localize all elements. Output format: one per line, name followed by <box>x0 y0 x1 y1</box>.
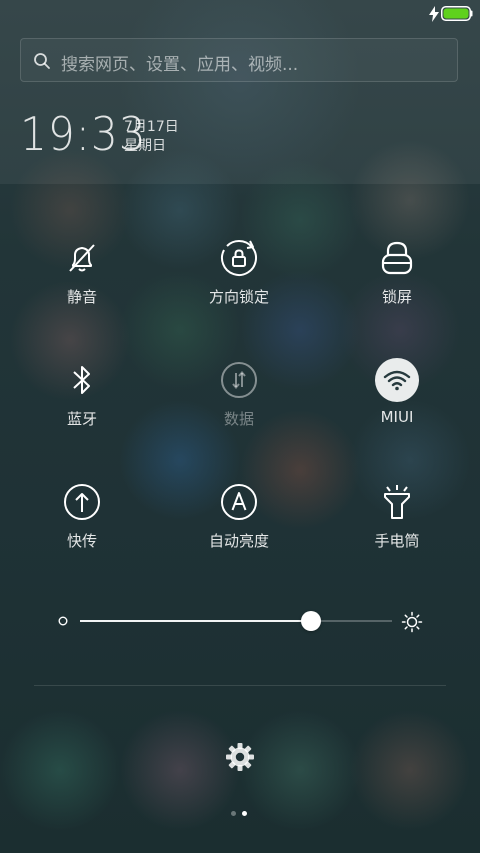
toggle-mobile-data[interactable]: 数据 <box>169 358 309 458</box>
toggle-label: 自动亮度 <box>208 532 269 550</box>
toggle-label: 静音 <box>66 288 97 306</box>
status-bar <box>0 0 480 28</box>
search-input[interactable]: 搜索网页、设置、应用、视频... <box>61 50 298 75</box>
clock-date: 7月17日 <box>124 119 179 135</box>
bluetooth-icon <box>60 358 104 402</box>
brightness-high-icon <box>401 611 423 633</box>
charging-icon <box>429 6 439 22</box>
toggle-flashlight[interactable]: 手电筒 <box>327 480 467 580</box>
mobile-data-icon <box>217 358 261 402</box>
toggle-label: 手电筒 <box>374 532 420 550</box>
toggle-silent[interactable]: 静音 <box>12 236 152 336</box>
toggle-label: 数据 <box>223 410 254 428</box>
brightness-low-icon <box>58 616 68 626</box>
toggle-share[interactable]: 快传 <box>12 480 152 580</box>
lock-icon <box>375 236 419 280</box>
page-dot-1 <box>231 811 236 816</box>
divider <box>34 685 446 686</box>
toggle-wifi[interactable]: MIUI <box>327 358 467 458</box>
toggle-lock-screen[interactable]: 锁屏 <box>327 236 467 336</box>
brightness-slider[interactable] <box>80 611 392 631</box>
battery-icon <box>441 6 473 21</box>
page-indicator <box>229 811 253 819</box>
gear-icon[interactable] <box>225 742 255 772</box>
toggle-rotation-lock[interactable]: 方向锁定 <box>169 236 309 336</box>
toggle-label: 方向锁定 <box>208 288 269 306</box>
wifi-icon <box>375 358 419 402</box>
page-dot-2 <box>242 811 247 816</box>
search-bar[interactable]: 搜索网页、设置、应用、视频... <box>20 38 458 82</box>
toggle-label: MIUI <box>380 408 414 426</box>
brightness-slider-thumb[interactable] <box>301 611 321 631</box>
auto-brightness-icon <box>217 480 261 524</box>
toggle-label: 快传 <box>66 532 97 550</box>
flashlight-icon <box>375 480 419 524</box>
rotation-lock-icon <box>217 236 261 280</box>
share-upload-icon <box>60 480 104 524</box>
brightness-slider-fill <box>80 620 311 622</box>
toggle-bluetooth[interactable]: 蓝牙 <box>12 358 152 458</box>
search-icon <box>34 53 50 69</box>
toggle-label: 蓝牙 <box>66 410 97 428</box>
clock-weekday: 星期日 <box>124 138 166 154</box>
toggle-label: 锁屏 <box>381 288 412 306</box>
bell-off-icon <box>60 236 104 280</box>
toggle-auto-brightness[interactable]: 自动亮度 <box>169 480 309 580</box>
